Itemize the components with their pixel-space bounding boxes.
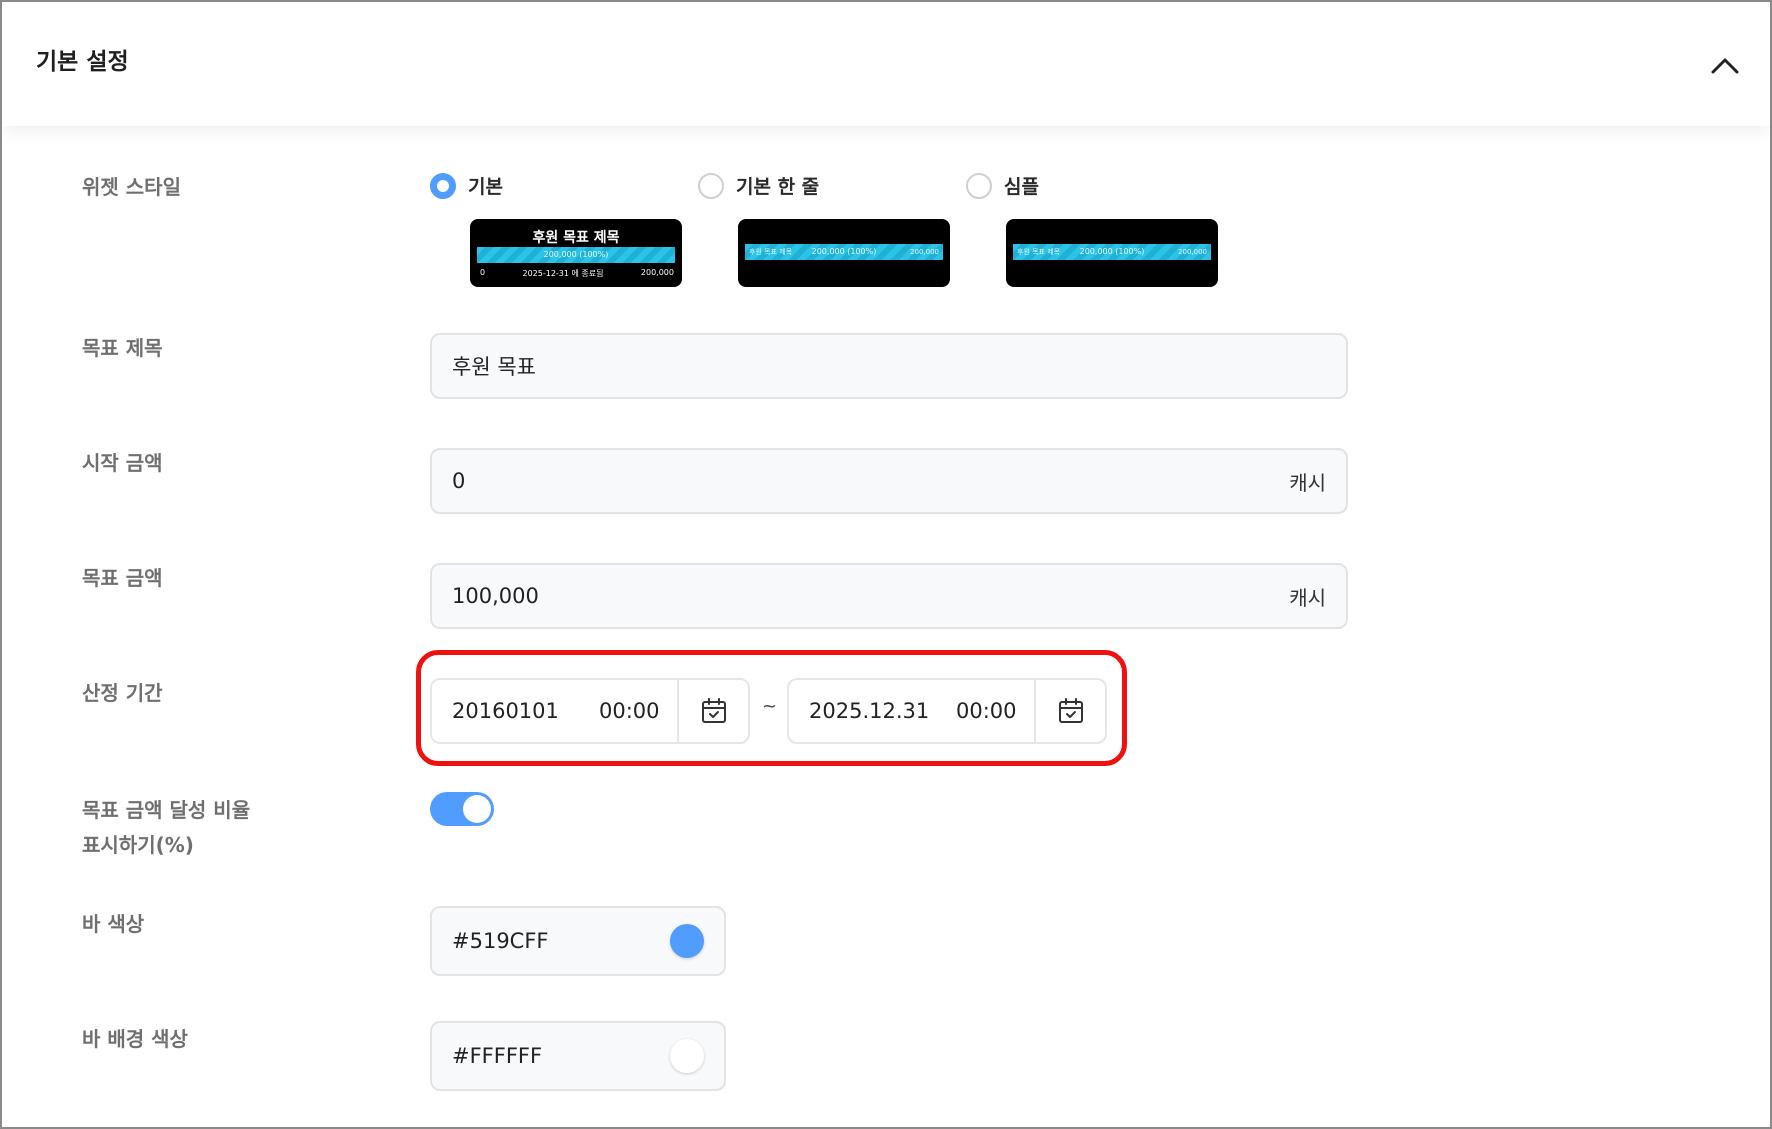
preview-footer: 0 2025-12-31 에 종료됨 200,000: [480, 268, 674, 279]
start-amount-value: 0: [452, 469, 466, 493]
bar-color-swatch[interactable]: [670, 924, 704, 958]
radio-one-line[interactable]: [698, 172, 724, 199]
preview-basic[interactable]: 후원 목표 제목 200,000 (100%) 0 2025-12-31 에 종…: [470, 219, 682, 287]
goal-title-input[interactable]: 후원 목표: [430, 333, 1348, 399]
toggle-knob: [463, 795, 491, 823]
show-ratio-label-2: 표시하기(%): [82, 833, 194, 857]
start-amount-label: 시작 금액: [82, 451, 163, 475]
preview-deadline: 2025-12-31 에 종료됨: [522, 269, 604, 278]
radio-basic[interactable]: [430, 172, 456, 199]
preview-one-line-bar: 후원 목표 제목 200,000 (100%) 200,000: [745, 244, 943, 260]
preview-title: 후원 목표 제목: [532, 230, 620, 246]
goal-amount-label: 목표 금액: [82, 566, 163, 590]
bar-color-input: #519CFF: [430, 906, 726, 976]
style-option-one-line[interactable]: 기본 한 줄: [698, 172, 819, 199]
period-label: 산정 기간: [82, 681, 163, 705]
preview-simple-bar: 후원 목표 제목 200,000 (100%) 200,000: [1013, 244, 1211, 260]
style-option-one-line-label: 기본 한 줄: [736, 176, 820, 198]
preview-end: 200,000: [640, 268, 674, 277]
panel-title: 기본 설정: [36, 49, 129, 75]
goal-title-label: 목표 제목: [82, 336, 163, 360]
highlight-box: [416, 650, 1127, 766]
preview-simple-end: 200,000: [1178, 248, 1207, 256]
bar-color-value[interactable]: #519CFF: [452, 929, 670, 953]
panel-header: 기본 설정: [2, 2, 1770, 126]
goal-amount-input[interactable]: 100,000 캐시: [430, 563, 1348, 629]
bar-bg-color-input: #FFFFFF: [430, 1021, 726, 1091]
widget-style-label: 위젯 스타일: [82, 175, 181, 199]
preview-start: 0: [480, 268, 486, 277]
show-ratio-label: 목표 금액 달성 비율: [82, 798, 251, 822]
goal-amount-value: 100,000: [452, 584, 539, 608]
preview-one-line-end: 200,000: [910, 248, 939, 256]
settings-panel: 기본 설정 위젯 스타일 기본 기본 한 줄 심플 후원 목표 제목 200,0…: [0, 0, 1772, 1129]
style-option-basic-label: 기본: [468, 176, 503, 198]
preview-one-line[interactable]: 후원 목표 제목 200,000 (100%) 200,000: [738, 219, 950, 287]
chevron-up-icon[interactable]: [1706, 46, 1744, 84]
preview-simple[interactable]: 후원 목표 제목 200,000 (100%) 200,000: [1006, 219, 1218, 287]
style-option-simple-label: 심플: [1004, 176, 1039, 198]
goal-title-value: 후원 목표: [452, 355, 536, 379]
start-amount-input[interactable]: 0 캐시: [430, 448, 1348, 514]
bar-bg-color-swatch[interactable]: [670, 1039, 704, 1073]
radio-simple[interactable]: [966, 172, 992, 199]
goal-amount-unit: 캐시: [1289, 585, 1326, 610]
style-option-simple[interactable]: 심플: [966, 172, 1039, 199]
preview-bar: 200,000 (100%): [477, 247, 675, 263]
bar-bg-color-label: 바 배경 색상: [82, 1027, 188, 1051]
style-option-basic[interactable]: 기본: [430, 172, 503, 199]
bar-bg-color-value[interactable]: #FFFFFF: [452, 1044, 670, 1068]
show-ratio-toggle[interactable]: [430, 792, 494, 826]
bar-color-label: 바 색상: [82, 912, 145, 936]
preview-bar-text: 200,000 (100%): [543, 250, 609, 259]
start-amount-unit: 캐시: [1289, 470, 1326, 495]
